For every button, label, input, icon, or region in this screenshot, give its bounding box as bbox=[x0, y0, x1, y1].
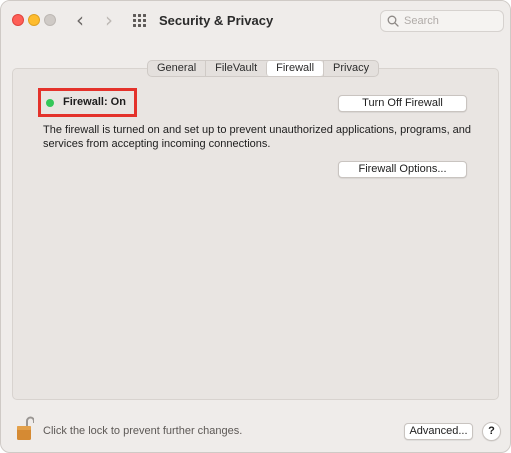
zoom-window-button[interactable] bbox=[44, 14, 56, 26]
firewall-pane bbox=[12, 68, 499, 400]
lock-icon[interactable] bbox=[16, 415, 34, 441]
search-placeholder: Search bbox=[404, 15, 439, 27]
firewall-description: The firewall is turned on and set up to … bbox=[43, 124, 472, 150]
tab-bar: General FileVault Firewall Privacy bbox=[147, 60, 380, 77]
window-title: Security & Privacy bbox=[159, 13, 274, 28]
show-all-grid-icon[interactable] bbox=[133, 14, 148, 27]
firewall-options-button[interactable]: Firewall Options... bbox=[338, 161, 467, 178]
firewall-status-label: Firewall: On bbox=[63, 96, 126, 108]
lock-hint-text: Click the lock to prevent further change… bbox=[43, 425, 243, 437]
advanced-button[interactable]: Advanced... bbox=[404, 423, 473, 440]
search-icon bbox=[387, 15, 399, 27]
tab-general[interactable]: General bbox=[148, 61, 205, 76]
tab-filevault[interactable]: FileVault bbox=[205, 61, 266, 76]
search-field[interactable]: Search bbox=[380, 10, 504, 32]
forward-arrow-icon[interactable]: › bbox=[98, 10, 120, 32]
tab-privacy[interactable]: Privacy bbox=[323, 61, 378, 76]
help-button[interactable]: ? bbox=[482, 422, 501, 441]
back-arrow-icon[interactable]: ‹ bbox=[69, 10, 91, 32]
tab-firewall[interactable]: Firewall bbox=[266, 61, 324, 76]
close-window-button[interactable] bbox=[12, 14, 24, 26]
titlebar: ‹ › Security & Privacy Search bbox=[1, 1, 510, 41]
turn-off-firewall-button[interactable]: Turn Off Firewall bbox=[338, 95, 467, 112]
system-preferences-window: ‹ › Security & Privacy Search General Fi… bbox=[0, 0, 511, 453]
status-indicator-dot bbox=[46, 99, 54, 107]
minimize-window-button[interactable] bbox=[28, 14, 40, 26]
